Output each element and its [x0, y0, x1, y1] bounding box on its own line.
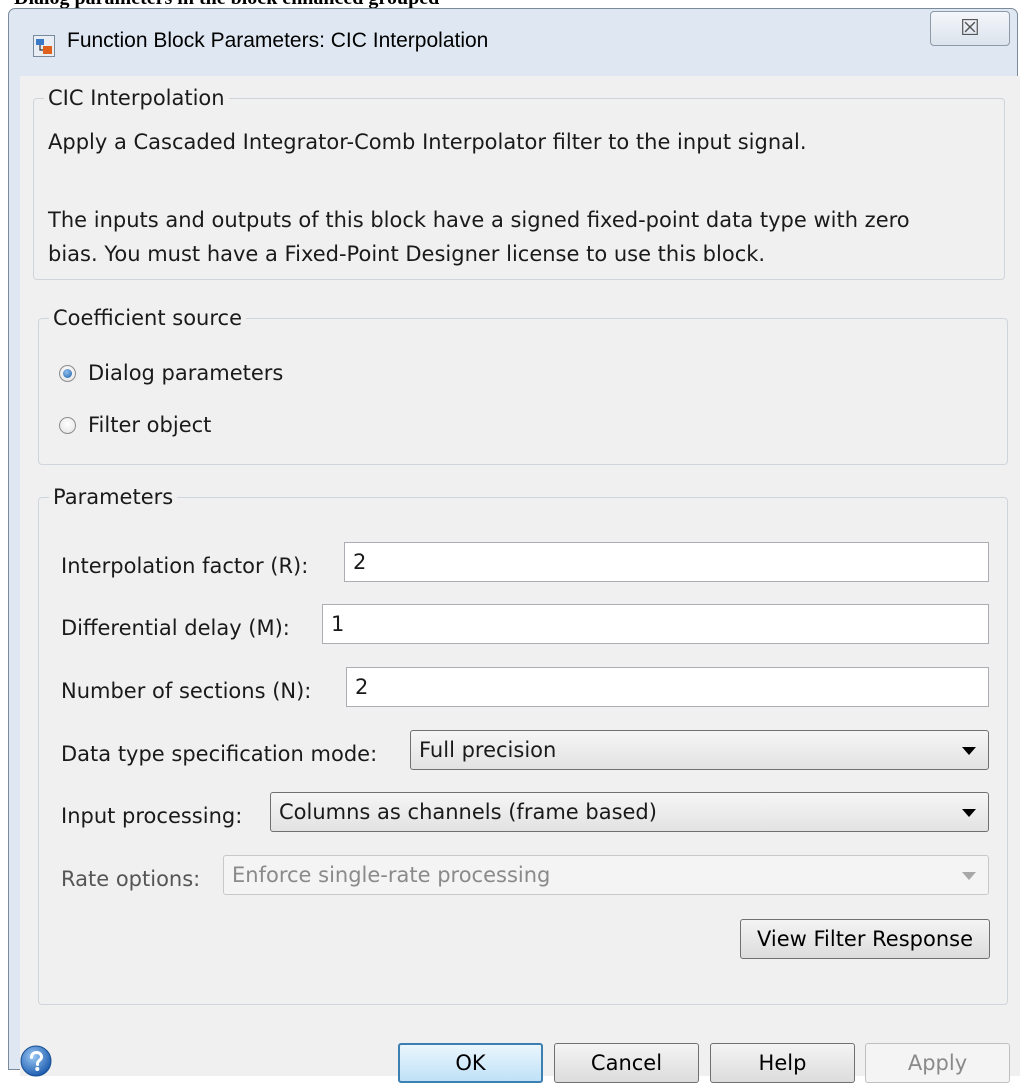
simulink-block-icon: [33, 35, 55, 57]
block-description-text-1: Apply a Cascaded Integrator-Comb Interpo…: [48, 130, 807, 154]
differential-delay-label: Differential delay (M):: [61, 616, 290, 640]
rate-options-select: Enforce single-rate processing: [223, 855, 989, 895]
parameters-legend: Parameters: [49, 485, 178, 509]
interpolation-factor-input[interactable]: 2: [344, 542, 989, 582]
block-description-group: CIC Interpolation Apply a Cascaded Integ…: [33, 86, 1005, 280]
interpolation-factor-label: Interpolation factor (R):: [61, 554, 309, 578]
help-icon[interactable]: [20, 1045, 52, 1077]
ok-button[interactable]: OK: [398, 1043, 543, 1083]
data-type-mode-value: Full precision: [419, 738, 557, 762]
dialog-window: Function Block Parameters: CIC Interpola…: [8, 8, 1020, 1083]
data-type-mode-select[interactable]: Full precision: [410, 730, 989, 770]
number-of-sections-input[interactable]: 2: [346, 667, 989, 707]
title-bar[interactable]: Function Block Parameters: CIC Interpola…: [9, 9, 1017, 73]
apply-button: Apply: [865, 1043, 1010, 1083]
radio-dialog-parameters[interactable]: Dialog parameters: [59, 361, 283, 385]
radio-button-checked[interactable]: [59, 364, 76, 382]
chevron-down-icon: [962, 809, 976, 817]
rate-options-value: Enforce single-rate processing: [232, 863, 551, 887]
chevron-down-icon: [962, 747, 976, 755]
close-icon: ☒: [960, 16, 980, 41]
differential-delay-input[interactable]: 1: [322, 604, 989, 644]
block-description-legend: CIC Interpolation: [44, 86, 229, 110]
radio-label: Dialog parameters: [88, 361, 284, 385]
close-button[interactable]: ☒: [930, 11, 1010, 46]
input-processing-label: Input processing:: [61, 804, 243, 828]
radio-filter-object[interactable]: Filter object: [59, 413, 211, 437]
radio-label: Filter object: [88, 413, 212, 437]
dialog-client-area: CIC Interpolation Apply a Cascaded Integ…: [20, 76, 1020, 1083]
rate-options-label: Rate options:: [61, 867, 201, 891]
coefficient-source-group: Coefficient source Dialog parameters Fil…: [38, 306, 1008, 465]
parameters-group: Parameters Interpolation factor (R): 2 D…: [38, 485, 1008, 1005]
block-description-text-2b: bias. You must have a Fixed-Point Design…: [48, 242, 766, 266]
cancel-button[interactable]: Cancel: [554, 1043, 699, 1083]
number-of-sections-label: Number of sections (N):: [61, 679, 312, 703]
chevron-down-icon: [962, 872, 976, 880]
input-processing-select[interactable]: Columns as channels (frame based): [270, 792, 989, 832]
coefficient-source-legend: Coefficient source: [49, 306, 246, 330]
top-caption: Dialog parameters in the block enhanced …: [14, 0, 439, 8]
help-button[interactable]: Help: [710, 1043, 855, 1083]
top-caption-fragment: Dialog parameters in the block enhanced …: [0, 0, 1023, 8]
block-description-text-2a: The inputs and outputs of this block hav…: [48, 208, 910, 232]
input-processing-value: Columns as channels (frame based): [279, 800, 657, 824]
window-title: Function Block Parameters: CIC Interpola…: [67, 29, 489, 52]
data-type-mode-label: Data type specification mode:: [61, 742, 378, 766]
view-filter-response-button[interactable]: View Filter Response: [740, 919, 990, 959]
radio-button[interactable]: [59, 416, 76, 434]
